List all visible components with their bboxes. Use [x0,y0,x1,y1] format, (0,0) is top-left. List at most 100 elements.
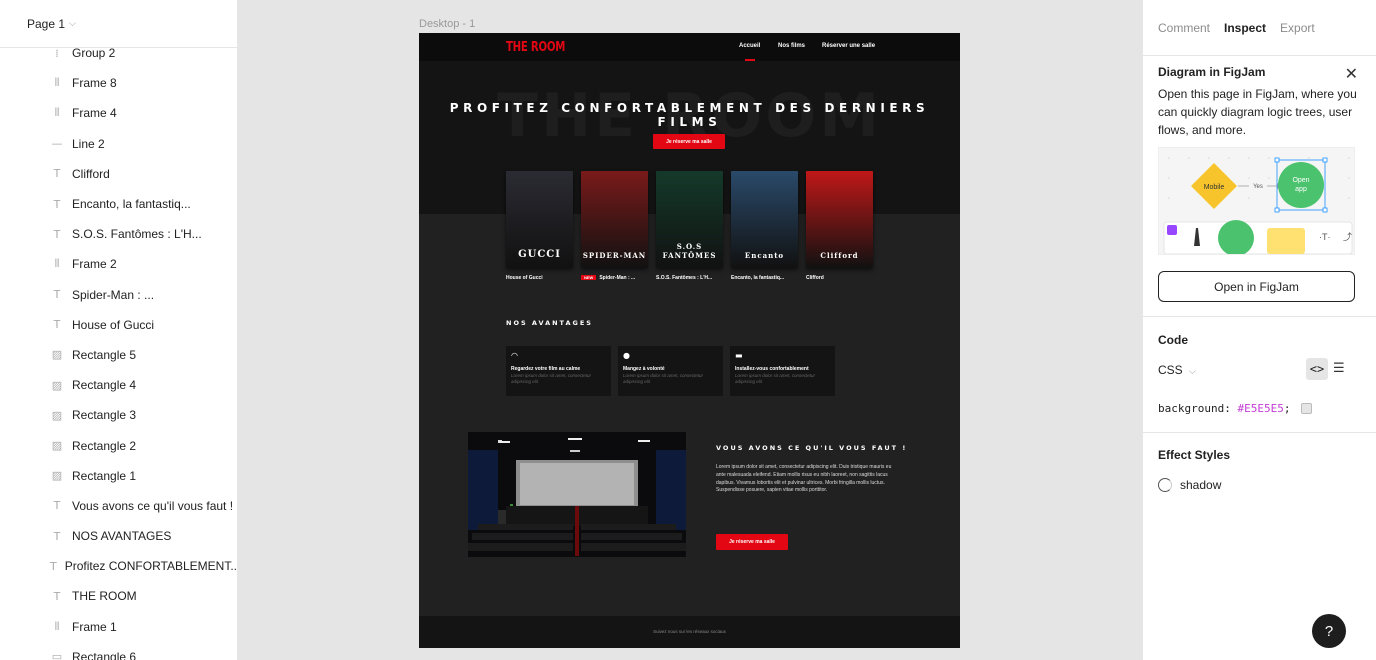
movie-title-label: Clifford [806,275,824,281]
layer-item[interactable]: ⦀ Frame 8 [0,68,237,98]
preview-yes-label: Yes [1253,184,1263,190]
code-language-label: CSS [1158,363,1183,377]
layer-item[interactable]: T House of Gucci [0,310,237,340]
layer-item-label: Encanto, la fantastiq... [72,197,191,212]
layer-item[interactable]: T Encanto, la fantastiq... [0,189,237,219]
layer-item[interactable]: T Spider-Man : ... [0,280,237,310]
tab-inspect[interactable]: Inspect [1224,21,1266,35]
text-icon: T [53,318,61,332]
movie-poster[interactable]: S.O.S FANTÔMES [656,171,723,268]
sofa-icon: ▬ [735,351,743,360]
text-icon: T [53,288,61,302]
layer-item[interactable]: ▭ Rectangle 6 [0,642,237,660]
tab-export[interactable]: Export [1280,21,1315,35]
line-icon: — [51,137,63,151]
layer-item-label: Frame 8 [72,76,117,91]
movie-poster[interactable]: Clifford [806,171,873,268]
layer-item[interactable]: T Vous avons ce qu'il vous faut ! [0,491,237,521]
list-view-icon[interactable]: ☰ [1333,361,1345,376]
frame-label[interactable]: Desktop - 1 [419,18,475,30]
desktop-frame[interactable]: THE ROOM Accueil Nos films Réserver une … [419,33,960,648]
nav-accueil[interactable]: Accueil [739,43,760,49]
chevron-down-icon: ⌵ [69,18,76,28]
site-brand[interactable]: THE ROOM [506,40,565,55]
movie-title[interactable]: S.O.S. Fantômes : L'H... [656,275,712,281]
layer-item[interactable]: ⦀ Frame 4 [0,98,237,128]
open-in-figjam-button[interactable]: Open in FigJam [1158,271,1355,302]
layer-list: ⁞ Group 2 ⦀ Frame 8 ⦀ Frame 4 — Line 2 T Clifford… [0,38,237,660]
section-title[interactable]: VOUS AVONS CE QU'IL VOUS FAUT ! [716,444,907,452]
movie-title-label: S.O.S. Fantômes : L'H... [656,275,713,281]
layer-item[interactable]: ⦀ Frame 2 [0,249,237,279]
group-icon: ⁞ [55,46,59,60]
code-language-select[interactable]: CSS ⌵ [1158,363,1196,377]
hero-reserve-button[interactable]: Je réserve ma salle [653,134,725,149]
movie-title[interactable]: NEW Spider-Man : ... [581,275,635,281]
layer-item[interactable]: T THE ROOM [0,581,237,611]
layer-item-label: Profitez CONFORTABLEMENT... [64,559,238,574]
advantages-title[interactable]: NOS AVANTAGES [506,319,593,327]
tab-comment[interactable]: Comment [1158,21,1210,35]
layer-item-label: Rectangle 4 [72,378,137,393]
hero-title[interactable]: PROFITEZ CONFORTABLEMENT DES DERNIERS FI… [419,101,960,129]
layer-item-label: Rectangle 1 [72,468,137,483]
advantage-card[interactable]: ◠ Regardez votre film au calme Lorem ipsum… [506,346,611,396]
layer-item-label: Rectangle 5 [72,347,137,362]
frame-icon: ⦀ [54,257,60,271]
advantage-card[interactable]: ▬ Installez-vous confortablement Lorem ips… [730,346,835,396]
help-button[interactable]: ? [1312,614,1346,648]
css-semicolon: ; [1283,402,1291,415]
layer-item[interactable]: ▨ Rectangle 5 [0,340,237,370]
layer-item[interactable]: T NOS AVANTAGES [0,521,237,551]
effect-style-shadow[interactable]: shadow [1158,478,1221,492]
design-canvas[interactable]: Desktop - 1 THE ROOM Accueil Nos films R… [238,0,1142,660]
layer-item[interactable]: ⁞ Group 2 [0,38,237,68]
code-view-icon[interactable]: <> [1306,358,1328,380]
text-icon: T [50,559,57,573]
movie-poster[interactable]: Encanto [731,171,798,268]
layer-item[interactable]: ▨ Rectangle 1 [0,461,237,491]
preview-app-label: app [1295,186,1307,193]
movie-poster[interactable]: GUCCI [506,171,573,268]
section-text[interactable]: Lorem ipsum dolor sit amet, consectetur … [716,464,896,495]
poster-art-text: S.O.S FANTÔMES [662,242,717,260]
layer-item[interactable]: ⦀ Frame 1 [0,612,237,642]
layer-item[interactable]: — Line 2 [0,129,237,159]
layer-item-label: Rectangle 6 [72,649,137,660]
footer-text[interactable]: Suivez nous sur les réseaux sociaux [419,629,960,634]
frame-icon: ⦀ [54,106,60,120]
layer-item-label: Spider-Man : ... [72,287,155,302]
layer-item[interactable]: T Profitez CONFORTABLEMENT... [0,551,237,581]
effect-style-label: shadow [1180,478,1222,492]
movie-title[interactable]: Clifford [806,275,824,281]
frame-icon: ⦀ [54,619,60,633]
poster-art-text: GUCCI [518,249,561,260]
new-badge: NEW [581,275,597,280]
layer-item-label: Frame 2 [72,257,117,272]
advantage-card[interactable]: ● Mangez à volonté Lorem ipsum dolor sit a… [618,346,723,396]
layer-item-label: Frame 4 [72,106,117,121]
layer-item[interactable]: ▨ Rectangle 3 [0,400,237,430]
nav-nos-films[interactable]: Nos films [778,43,805,49]
svg-text:⤴: ⤴ [1343,231,1352,243]
text-icon: T [53,589,61,603]
section-reserve-button[interactable]: Je réserve ma salle [716,534,788,550]
layer-item[interactable]: ▨ Rectangle 4 [0,370,237,400]
layer-item[interactable]: T Clifford [0,159,237,189]
advantage-title: Regardez votre film au calme [511,366,581,372]
nav-reserver[interactable]: Réserver une salle [822,43,875,49]
movie-title[interactable]: House of Gucci [506,275,543,281]
close-icon[interactable]: ✕ [1345,64,1358,83]
page-selector-label: Page 1 [27,16,66,31]
movie-poster[interactable]: SPIDER-MAN [581,171,648,268]
cinema-image[interactable] [468,432,686,557]
preview-text-tool: ·T· [1319,232,1331,242]
css-code[interactable]: background: #E5E5E5; [1158,402,1313,415]
layer-item[interactable]: ▨ Rectangle 2 [0,430,237,460]
figjam-title: Diagram in FigJam [1158,65,1266,79]
advantage-desc: Lorem ipsum dolor sit amet, consectetur … [511,373,592,384]
movie-title[interactable]: Encanto, la fantastiq... [731,275,784,281]
layer-item[interactable]: T S.O.S. Fantômes : L'H... [0,219,237,249]
site-header: THE ROOM Accueil Nos films Réserver une … [419,33,960,61]
layer-item-label: Group 2 [72,46,116,61]
